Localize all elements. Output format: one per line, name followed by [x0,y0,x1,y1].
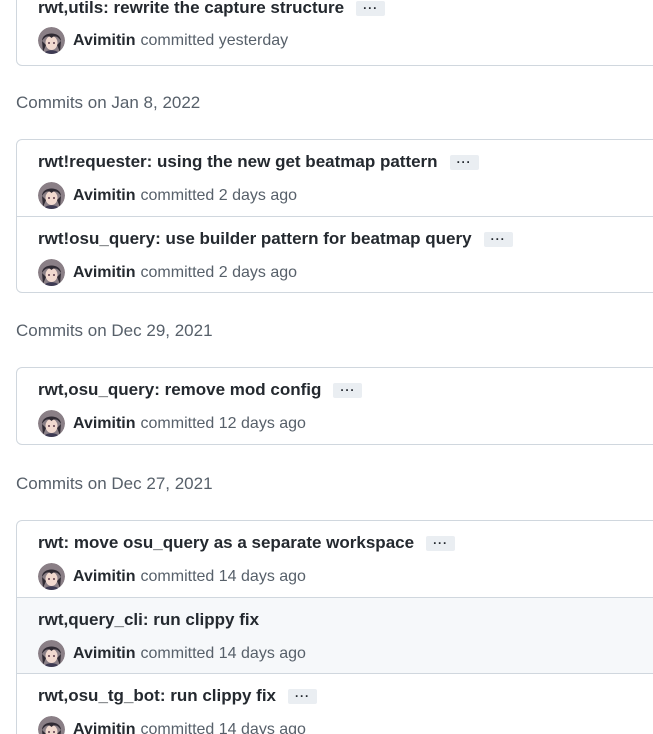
commit-message-link[interactable]: rwt!requester: using the new get beatmap… [38,152,438,172]
commit-list: rwt,osu_query: remove mod config ··· Avi… [16,367,653,445]
commit-time: committed 14 days ago [140,644,306,662]
author-link[interactable]: Avimitin [73,568,136,586]
commit-time: committed 14 days ago [140,720,306,734]
commit-row: rwt!requester: using the new get beatmap… [17,140,653,216]
commit-group-date: Commits on Jan 8, 2022 [16,93,201,112]
commit-history: rwt,utils: rewrite the capture structure… [0,0,653,734]
commit-message-link[interactable]: rwt: move osu_query as a separate worksp… [38,533,414,553]
commit-message-link[interactable]: rwt,utils: rewrite the capture structure [38,0,344,18]
commit-message-link[interactable]: rwt,osu_query: remove mod config [38,380,321,400]
user-avatar-icon[interactable] [38,182,65,209]
commit-list: rwt,utils: rewrite the capture structure… [16,0,653,66]
user-avatar-icon[interactable] [38,27,65,54]
author-link[interactable]: Avimitin [73,645,136,663]
user-avatar-icon[interactable] [38,410,65,437]
commit-row: rwt!osu_query: use builder pattern for b… [17,216,653,292]
commit-time: committed yesterday [140,31,289,49]
expand-message-button[interactable]: ··· [288,688,318,704]
commit-time: committed 12 days ago [140,414,306,432]
commit-time: committed 2 days ago [140,186,298,204]
author-link[interactable]: Avimitin [73,415,136,433]
author-link[interactable]: Avimitin [73,721,136,734]
user-avatar-icon[interactable] [38,563,65,590]
commit-row: rwt,utils: rewrite the capture structure… [17,0,653,65]
expand-message-button[interactable]: ··· [356,0,386,16]
commit-group-date: Commits on Dec 29, 2021 [16,321,213,340]
commit-message-link[interactable]: rwt!osu_query: use builder pattern for b… [38,229,472,249]
commit-list: rwt: move osu_query as a separate worksp… [16,520,653,734]
user-avatar-icon[interactable] [38,259,65,286]
expand-message-button[interactable]: ··· [426,535,456,551]
author-link[interactable]: Avimitin [73,187,136,205]
commit-time: committed 2 days ago [140,263,298,281]
commit-message-link[interactable]: rwt,osu_tg_bot: run clippy fix [38,686,276,706]
commit-time: committed 14 days ago [140,567,306,585]
expand-message-button[interactable]: ··· [333,382,363,398]
commit-list: rwt!requester: using the new get beatmap… [16,139,653,293]
expand-message-button[interactable]: ··· [483,231,513,247]
commit-row: rwt,osu_query: remove mod config ··· Avi… [17,368,653,444]
commit-message-link[interactable]: rwt,query_cli: run clippy fix [38,610,259,630]
expand-message-button[interactable]: ··· [449,154,479,170]
commit-row: rwt,osu_tg_bot: run clippy fix ··· Avimi… [17,673,653,734]
user-avatar-icon[interactable] [38,640,65,667]
user-avatar-icon[interactable] [38,716,65,734]
author-link[interactable]: Avimitin [73,264,136,282]
commit-group-date: Commits on Dec 27, 2021 [16,474,213,493]
commit-row: rwt: move osu_query as a separate worksp… [17,521,653,597]
commit-row: rwt,query_cli: run clippy fix Avimitin c… [17,597,653,673]
author-link[interactable]: Avimitin [73,32,136,50]
